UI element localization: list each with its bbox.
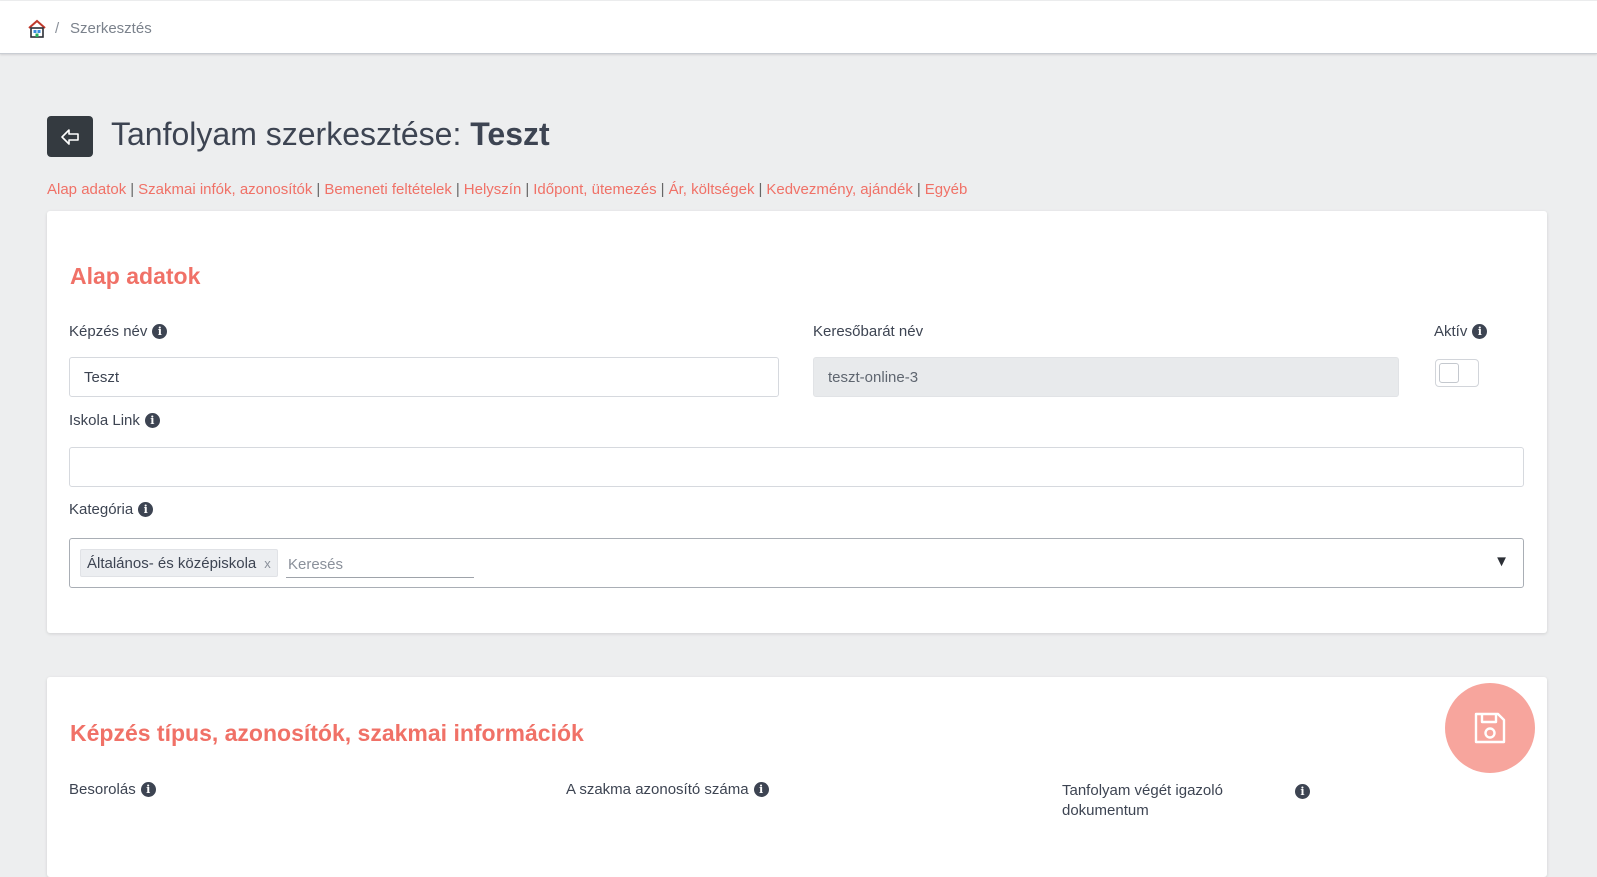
training-type-card: Képzés típus, azonosítók, szakmai inform…	[47, 677, 1547, 877]
back-button[interactable]	[47, 116, 93, 157]
seo-name-label-text: Keresőbarát név	[813, 323, 924, 340]
nav-link-alap-adatok[interactable]: Alap adatok	[47, 181, 126, 198]
info-icon[interactable]: i	[144, 413, 160, 428]
nav-separator: |	[525, 181, 530, 198]
nav-separator: |	[316, 181, 321, 198]
toggle-knob	[1439, 363, 1459, 383]
info-icon[interactable]: i	[140, 782, 156, 797]
nav-link-kedvezmeny[interactable]: Kedvezmény, ajándék	[766, 181, 912, 198]
top-bar: / Szerkesztés	[0, 1, 1597, 54]
category-multiselect[interactable]: Általános- és középiskola x ▼	[69, 538, 1524, 588]
page-title: Tanfolyam szerkesztése: Teszt	[111, 114, 550, 154]
training-type-title: Képzés típus, azonosítók, szakmai inform…	[70, 720, 584, 746]
page-title-prefix: Tanfolyam szerkesztése:	[111, 116, 462, 152]
basic-data-card: Alap adatok Képzés név i Keresőbarát név…	[47, 211, 1547, 633]
info-icon[interactable]: i	[152, 324, 168, 339]
breadcrumb-current: Szerkesztés	[70, 20, 152, 37]
active-label: Aktív i	[1434, 323, 1488, 340]
school-link-label: Iskola Link i	[69, 412, 160, 429]
profession-id-label-text: A szakma azonosító száma	[566, 781, 749, 798]
category-tag-label: Általános- és középiskola	[87, 554, 257, 572]
active-toggle[interactable]	[1435, 359, 1479, 387]
floppy-disk-icon	[1474, 712, 1506, 744]
info-icon[interactable]: i	[753, 782, 769, 797]
nav-link-ar-koltsegek[interactable]: Ár, költségek	[669, 181, 755, 198]
tag-remove-icon[interactable]: x	[264, 556, 271, 571]
info-icon[interactable]: i	[1472, 324, 1488, 339]
breadcrumb-separator: /	[55, 20, 60, 37]
category-tag: Általános- és középiskola x	[80, 549, 278, 577]
completion-doc-label: Tanfolyam végét igazoló dokumentum	[1062, 781, 1262, 821]
home-icon[interactable]	[27, 19, 47, 39]
nav-link-helyszin[interactable]: Helyszín	[464, 181, 522, 198]
save-button[interactable]	[1445, 683, 1535, 773]
category-label: Kategória i	[69, 501, 154, 518]
nav-separator: |	[455, 181, 460, 198]
page-title-name: Teszt	[470, 116, 550, 152]
seo-name-input	[813, 357, 1399, 397]
classification-label: Besorolás i	[69, 781, 156, 798]
nav-link-egyeb[interactable]: Egyéb	[925, 181, 968, 198]
profession-id-label: A szakma azonosító száma i	[566, 781, 769, 798]
course-name-label-text: Képzés név	[69, 323, 148, 340]
section-nav: Alap adatok | Szakmai infók, azonosítók | Be…	[47, 181, 967, 198]
nav-separator: |	[130, 181, 135, 198]
course-name-label: Képzés név i	[69, 323, 168, 340]
nav-link-szakmai-infok[interactable]: Szakmai infók, azonosítók	[138, 181, 312, 198]
completion-doc-label-text: Tanfolyam végét igazoló dokumentum	[1062, 782, 1223, 819]
nav-separator: |	[758, 181, 763, 198]
school-link-label-text: Iskola Link	[69, 412, 140, 429]
nav-separator: |	[916, 181, 921, 198]
info-icon[interactable]: i	[138, 502, 154, 517]
classification-label-text: Besorolás	[69, 781, 136, 798]
nav-separator: |	[660, 181, 665, 198]
nav-link-bemeneti-feltetelek[interactable]: Bemeneti feltételek	[324, 181, 452, 198]
basic-data-title: Alap adatok	[70, 263, 201, 289]
arrow-left-icon	[61, 128, 79, 145]
category-search-input[interactable]	[286, 551, 474, 578]
nav-link-idopont[interactable]: Időpont, ütemezés	[533, 181, 656, 198]
active-label-text: Aktív	[1434, 323, 1468, 340]
caret-down-icon[interactable]: ▼	[1494, 553, 1509, 570]
school-link-input[interactable]	[69, 447, 1524, 487]
info-icon[interactable]: i	[1295, 784, 1310, 799]
seo-name-label: Keresőbarát név	[813, 323, 923, 340]
category-label-text: Kategória	[69, 501, 134, 518]
course-name-input[interactable]	[69, 357, 779, 397]
